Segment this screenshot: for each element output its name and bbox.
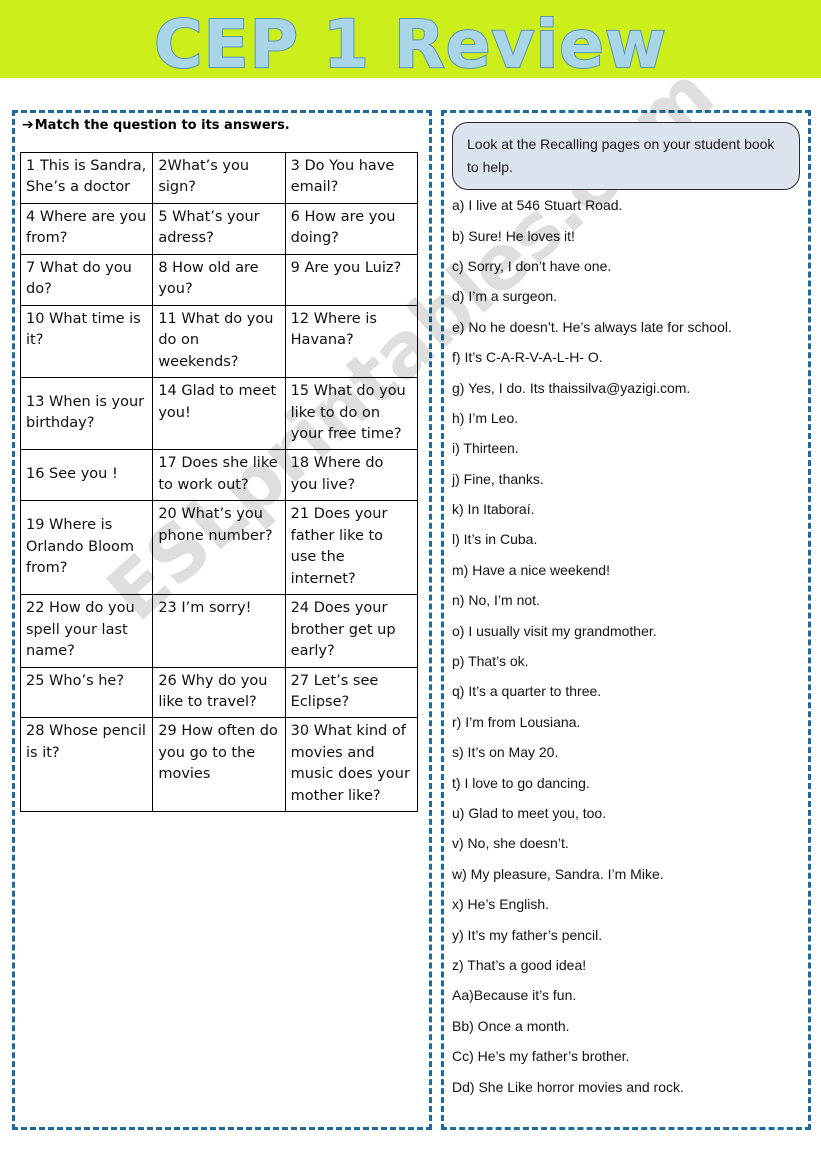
list-item[interactable]: k) In Itaboraí.: [452, 494, 804, 524]
list-item[interactable]: q) It’s a quarter to three.: [452, 676, 804, 706]
list-item[interactable]: u) Glad to meet you, too.: [452, 798, 804, 828]
list-item[interactable]: b) Sure! He loves it!: [452, 220, 804, 250]
tip-box: Look at the Recalling pages on your stud…: [452, 122, 800, 191]
answers-list: a) I live at 546 Stuart Road. b) Sure! H…: [452, 190, 804, 1102]
list-item[interactable]: Dd) She Like horror movies and rock.: [452, 1071, 804, 1101]
list-item[interactable]: j) Fine, thanks.: [452, 464, 804, 494]
question-cell-26[interactable]: 26 Why do you like to travel?: [152, 666, 286, 719]
table-row: 7 What do you do? 8 How old are you? 9 A…: [19, 253, 419, 306]
list-item[interactable]: r) I’m from Lousiana.: [452, 707, 804, 737]
list-item[interactable]: p) That’s ok.: [452, 646, 804, 676]
question-cell-18[interactable]: 18 Where do you live?: [284, 449, 419, 502]
list-item[interactable]: e) No he doesn’t. He’s always late for s…: [452, 312, 804, 342]
instruction-text: ➔Match the question to its answers.: [22, 117, 290, 133]
list-item[interactable]: a) I live at 546 Stuart Road.: [452, 190, 804, 220]
questions-table: 1 This is Sandra, She’s a doctor 2What’s…: [19, 152, 419, 813]
list-item[interactable]: o) I usually visit my grandmother.: [452, 615, 804, 645]
list-item[interactable]: d) I’m a surgeon.: [452, 281, 804, 311]
table-row: 16 See you ! 17 Does she like to work ou…: [19, 449, 419, 502]
question-cell-13[interactable]: 13 When is your birthday?: [19, 377, 154, 451]
list-item[interactable]: x) He’s English.: [452, 889, 804, 919]
table-row: 19 Where is Orlando Bloom from? 20 What’…: [19, 500, 419, 596]
question-cell-21[interactable]: 21 Does your father like to use the inte…: [284, 500, 419, 596]
list-item[interactable]: v) No, she doesn’t.: [452, 828, 804, 858]
question-cell-8[interactable]: 8 How old are you?: [152, 253, 286, 306]
list-item[interactable]: w) My pleasure, Sandra. I’m Mike.: [452, 859, 804, 889]
question-cell-25[interactable]: 25 Who’s he?: [19, 666, 154, 719]
list-item[interactable]: Cc) He’s my father’s brother.: [452, 1041, 804, 1071]
questions-table-body: 1 This is Sandra, She’s a doctor 2What’s…: [19, 152, 419, 813]
list-item[interactable]: n) No, I’m not.: [452, 585, 804, 615]
list-item[interactable]: Bb) Once a month.: [452, 1011, 804, 1041]
question-cell-4[interactable]: 4 Where are you from?: [19, 202, 154, 255]
question-cell-28[interactable]: 28 Whose pencil is it?: [19, 717, 154, 813]
question-cell-27[interactable]: 27 Let’s see Eclipse?: [284, 666, 419, 719]
question-cell-29[interactable]: 29 How often do you go to the movies: [152, 717, 286, 813]
table-row: 10 What time is it? 11 What do you do on…: [19, 304, 419, 379]
question-cell-15[interactable]: 15 What do you like to do on your free t…: [284, 377, 419, 451]
table-row: 1 This is Sandra, She’s a doctor 2What’s…: [19, 152, 419, 204]
list-item[interactable]: i) Thirteen.: [452, 433, 804, 463]
question-cell-30[interactable]: 30 What kind of movies and music does yo…: [284, 717, 419, 813]
question-cell-11[interactable]: 11 What do you do on weekends?: [152, 304, 286, 379]
list-item[interactable]: h) I’m Leo.: [452, 403, 804, 433]
question-cell-3[interactable]: 3 Do You have email?: [284, 152, 419, 204]
list-item[interactable]: g) Yes, I do. Its thaissilva@yazigi.com.: [452, 372, 804, 402]
list-item[interactable]: s) It’s on May 20.: [452, 737, 804, 767]
table-row: 22 How do you spell your last name? 23 I…: [19, 594, 419, 668]
question-cell-22[interactable]: 22 How do you spell your last name?: [19, 594, 154, 668]
question-cell-2[interactable]: 2What’s you sign?: [152, 152, 286, 204]
question-cell-12[interactable]: 12 Where is Havana?: [284, 304, 419, 379]
list-item[interactable]: y) It’s my father’s pencil.: [452, 919, 804, 949]
question-cell-19[interactable]: 19 Where is Orlando Bloom from?: [19, 500, 154, 596]
list-item[interactable]: m) Have a nice weekend!: [452, 555, 804, 585]
question-cell-6[interactable]: 6 How are you doing?: [284, 202, 419, 255]
table-row: 28 Whose pencil is it? 29 How often do y…: [19, 717, 419, 813]
question-cell-16[interactable]: 16 See you !: [19, 449, 154, 502]
question-cell-9[interactable]: 9 Are you Luiz?: [284, 253, 419, 306]
question-cell-10[interactable]: 10 What time is it?: [19, 304, 154, 379]
question-cell-1[interactable]: 1 This is Sandra, She’s a doctor: [19, 152, 154, 204]
question-cell-20[interactable]: 20 What’s you phone number?: [152, 500, 286, 596]
list-item[interactable]: c) Sorry, I don’t have one.: [452, 251, 804, 281]
list-item[interactable]: z) That’s a good idea!: [452, 950, 804, 980]
question-cell-5[interactable]: 5 What’s your adress?: [152, 202, 286, 255]
question-cell-7[interactable]: 7 What do you do?: [19, 253, 154, 306]
list-item[interactable]: Aa)Because it’s fun.: [452, 980, 804, 1010]
table-row: 13 When is your birthday? 14 Glad to mee…: [19, 377, 419, 451]
question-cell-14[interactable]: 14 Glad to meet you!: [152, 377, 286, 451]
instruction-label: Match the question to its answers.: [34, 118, 290, 133]
question-cell-17[interactable]: 17 Does she like to work out?: [152, 449, 286, 502]
question-cell-24[interactable]: 24 Does your brother get up early?: [284, 594, 419, 668]
table-row: 25 Who’s he? 26 Why do you like to trave…: [19, 666, 419, 719]
list-item[interactable]: f) It’s C-A-R-V-A-L-H- O.: [452, 342, 804, 372]
arrow-icon: ➔: [22, 117, 34, 133]
table-row: 4 Where are you from? 5 What’s your adre…: [19, 202, 419, 255]
question-cell-23[interactable]: 23 I’m sorry!: [152, 594, 286, 668]
list-item[interactable]: t) I love to go dancing.: [452, 767, 804, 797]
list-item[interactable]: l) It’s in Cuba.: [452, 524, 804, 554]
page-title: CEP 1 Review: [153, 5, 667, 84]
